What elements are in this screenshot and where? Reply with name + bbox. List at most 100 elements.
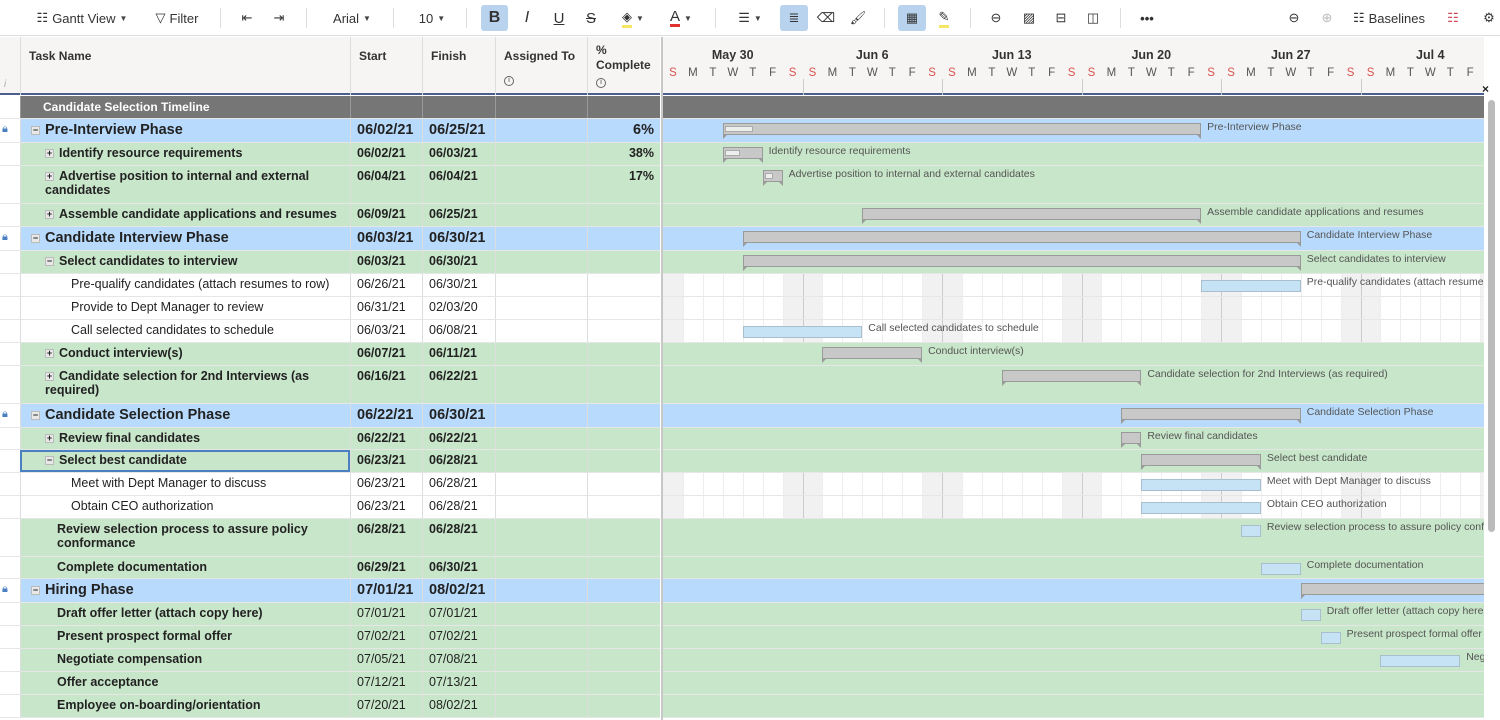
- assigned-cell[interactable]: [495, 473, 587, 495]
- pct-cell[interactable]: [587, 343, 660, 365]
- collapse-icon[interactable]: −: [31, 126, 40, 135]
- assigned-cell[interactable]: [495, 343, 587, 365]
- assigned-cell[interactable]: [495, 428, 587, 449]
- pct-cell[interactable]: [587, 496, 660, 518]
- table-row[interactable]: Offer acceptance 07/12/21 07/13/21: [0, 672, 660, 695]
- expand-icon[interactable]: +: [45, 349, 54, 358]
- assigned-cell[interactable]: [495, 649, 587, 671]
- task-name-cell[interactable]: Review selection process to assure polic…: [20, 519, 350, 556]
- pct-cell[interactable]: [587, 603, 660, 625]
- finish-cell[interactable]: 02/03/20: [422, 297, 495, 319]
- baselines-button[interactable]: ☷ Baselines: [1348, 5, 1430, 31]
- finish-cell[interactable]: 06/22/21: [422, 428, 495, 449]
- finish-cell[interactable]: 06/28/21: [422, 519, 495, 556]
- task-name-cell[interactable]: − Candidate Interview Phase: [20, 227, 350, 250]
- assigned-cell[interactable]: [495, 404, 587, 427]
- task-name-cell[interactable]: Present prospect formal offer: [20, 626, 350, 648]
- task-name-cell[interactable]: − Pre-Interview Phase: [20, 119, 350, 142]
- start-cell[interactable]: 06/02/21: [350, 143, 422, 165]
- task-name-cell[interactable]: Draft offer letter (attach copy here): [20, 603, 350, 625]
- task-name-cell[interactable]: − Select best candidate: [20, 450, 350, 472]
- indent-button[interactable]: ⇥: [268, 5, 290, 31]
- task-name-cell[interactable]: Provide to Dept Manager to review: [20, 297, 350, 319]
- start-cell[interactable]: 06/23/21: [350, 496, 422, 518]
- expand-icon[interactable]: +: [45, 210, 54, 219]
- pct-cell[interactable]: [587, 404, 660, 427]
- start-cell[interactable]: 06/07/21: [350, 343, 422, 365]
- task-name-cell[interactable]: Pre-qualify candidates (attach resumes t…: [20, 274, 350, 296]
- link-button[interactable]: ⊖: [985, 5, 1007, 31]
- highlight-button[interactable]: ✎: [933, 5, 955, 31]
- collapse-icon[interactable]: −: [45, 257, 54, 266]
- clear-format-button[interactable]: ⌫: [815, 5, 837, 31]
- vertical-scrollbar[interactable]: [1484, 95, 1500, 720]
- assigned-cell[interactable]: [495, 166, 587, 203]
- grid-toggle-button[interactable]: ▦: [898, 5, 926, 31]
- table-row[interactable]: Complete documentation 06/29/21 06/30/21: [0, 557, 660, 579]
- finish-cell[interactable]: 06/28/21: [422, 496, 495, 518]
- font-size-select[interactable]: 10 ▼: [412, 5, 452, 31]
- finish-cell[interactable]: 07/01/21: [422, 603, 495, 625]
- finish-cell[interactable]: 06/30/21: [422, 274, 495, 296]
- table-row[interactable]: Obtain CEO authorization 06/23/21 06/28/21: [0, 496, 660, 519]
- table-row[interactable]: 🔒︎ − Candidate Interview Phase 06/03/21 06/3…: [0, 227, 660, 251]
- task-name-cell[interactable]: + Advertise position to internal and exte…: [20, 166, 350, 203]
- assigned-cell[interactable]: [495, 579, 587, 602]
- pct-cell[interactable]: [587, 626, 660, 648]
- zoom-in-button[interactable]: ⊕: [1316, 5, 1338, 31]
- outdent-button[interactable]: ⇤: [236, 5, 258, 31]
- assigned-cell[interactable]: [495, 143, 587, 165]
- assigned-cell[interactable]: [495, 227, 587, 250]
- start-cell[interactable]: [350, 96, 422, 118]
- start-cell[interactable]: 07/20/21: [350, 695, 422, 717]
- task-name-cell[interactable]: Call selected candidates to schedule: [20, 320, 350, 342]
- finish-cell[interactable]: 06/30/21: [422, 404, 495, 427]
- bold-button[interactable]: B: [481, 5, 508, 31]
- text-color-button[interactable]: A ▼: [662, 5, 700, 31]
- finish-cell[interactable]: 06/04/21: [422, 166, 495, 203]
- pct-cell[interactable]: [587, 204, 660, 226]
- finish-cell[interactable]: 07/08/21: [422, 649, 495, 671]
- collapse-icon[interactable]: −: [31, 411, 40, 420]
- table-row[interactable]: + Candidate selection for 2nd Interviews …: [0, 366, 660, 404]
- assigned-cell[interactable]: [495, 96, 587, 118]
- task-name-cell[interactable]: Candidate Selection Timeline: [20, 96, 350, 118]
- finish-cell[interactable]: 07/02/21: [422, 626, 495, 648]
- start-cell[interactable]: 06/03/21: [350, 251, 422, 273]
- expand-icon[interactable]: +: [45, 149, 54, 158]
- table-row[interactable]: + Assemble candidate applications and res…: [0, 204, 660, 227]
- pct-cell[interactable]: [587, 557, 660, 578]
- assigned-cell[interactable]: [495, 672, 587, 694]
- finish-cell[interactable]: 06/25/21: [422, 119, 495, 142]
- expand-icon[interactable]: +: [45, 372, 54, 381]
- expand-icon[interactable]: +: [45, 172, 54, 181]
- start-cell[interactable]: 06/02/21: [350, 119, 422, 142]
- start-cell[interactable]: 07/01/21: [350, 603, 422, 625]
- column-header-start[interactable]: Start: [350, 37, 422, 95]
- table-row[interactable]: Provide to Dept Manager to review 06/31/2…: [0, 297, 660, 320]
- start-cell[interactable]: 06/03/21: [350, 227, 422, 250]
- finish-cell[interactable]: 06/28/21: [422, 473, 495, 495]
- view-switcher[interactable]: ☷ Gantt View ▼: [26, 5, 138, 31]
- table-row[interactable]: Candidate Selection Timeline: [0, 96, 660, 119]
- task-name-cell[interactable]: Negotiate compensation: [20, 649, 350, 671]
- task-name-cell[interactable]: − Select candidates to interview: [20, 251, 350, 273]
- summary-bar[interactable]: [742, 255, 1301, 271]
- assigned-cell[interactable]: [495, 496, 587, 518]
- table-row[interactable]: Employee on-boarding/orientation 07/20/21…: [0, 695, 660, 718]
- table-row[interactable]: 🔒︎ − Pre-Interview Phase 06/02/21 06/25/21 6%: [0, 119, 660, 143]
- assigned-cell[interactable]: [495, 519, 587, 556]
- pct-cell[interactable]: [587, 297, 660, 319]
- summary-bar[interactable]: [762, 170, 783, 186]
- insert-column-button[interactable]: ◫: [1082, 5, 1104, 31]
- finish-cell[interactable]: 06/28/21: [422, 450, 495, 472]
- table-row[interactable]: 🔒︎ − Hiring Phase 07/01/21 08/02/21: [0, 579, 660, 603]
- fill-color-button[interactable]: ◈ ▼: [614, 5, 652, 31]
- task-bar[interactable]: [1141, 479, 1261, 491]
- start-cell[interactable]: 06/23/21: [350, 473, 422, 495]
- task-name-cell[interactable]: − Hiring Phase: [20, 579, 350, 602]
- start-cell[interactable]: 07/02/21: [350, 626, 422, 648]
- finish-cell[interactable]: 08/02/21: [422, 579, 495, 602]
- pct-cell[interactable]: [587, 251, 660, 273]
- scrollbar-thumb[interactable]: [1488, 100, 1495, 532]
